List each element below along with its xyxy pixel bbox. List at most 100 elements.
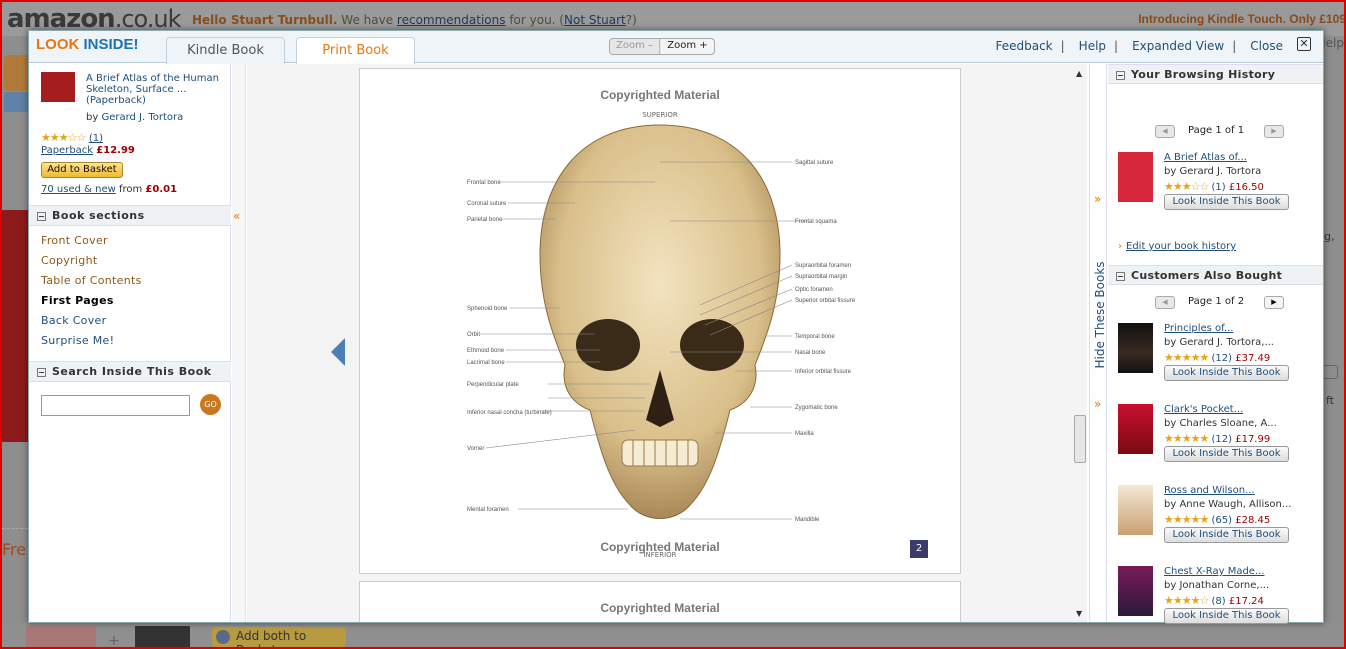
modal-header: LOOK INSIDE! Kindle Book Print Book Zoom… (29, 31, 1323, 65)
copyright-watermark: Copyrighted Material (600, 601, 720, 615)
look-inside-logo: LOOK INSIDE! (36, 36, 139, 53)
label-supraorbital-foramen: Supraorbital foramen (795, 263, 851, 269)
item-title[interactable]: Principles of... (1164, 323, 1233, 334)
history-page-text: Page 1 of 1 (1188, 125, 1245, 136)
book-thumbnail[interactable] (1118, 323, 1153, 373)
help-link[interactable]: Help (1079, 39, 1106, 53)
page-number: 2 (910, 540, 928, 558)
go-button[interactable]: GO (200, 394, 221, 415)
book-title[interactable]: A Brief Atlas of the Human Skeleton, Sur… (86, 73, 226, 106)
also-bought-pager: ◀ Page 1 of 2 ▶ (1155, 296, 1285, 310)
close-link[interactable]: Close (1250, 39, 1283, 53)
viewer-scrollbar[interactable]: ▲ ▼ (1073, 64, 1087, 622)
collapse-icon[interactable]: − (37, 368, 46, 377)
collapse-icon[interactable]: − (1116, 71, 1125, 80)
hide-books-toggle[interactable]: » Hide These Books » (1089, 64, 1107, 622)
add-both-button[interactable]: Add both to Basket (212, 627, 346, 649)
history-item-rating: ★★★☆☆ (1) £16.50 (1164, 180, 1264, 193)
section-table-of-contents[interactable]: Table of Contents (41, 274, 142, 287)
feedback-link[interactable]: Feedback (995, 39, 1052, 53)
rating-stars: ★★★☆☆ (41, 131, 86, 144)
not-user-link[interactable]: Not Stuart (564, 13, 626, 27)
bg-text: g, (1324, 230, 1335, 243)
look-inside-button[interactable]: Look Inside This Book (1164, 608, 1289, 624)
double-chevron-left-icon[interactable]: « (233, 209, 240, 223)
item-author: by Charles Sloane, A... (1164, 418, 1277, 429)
review-count-link[interactable]: (1) (89, 133, 103, 144)
hide-books-label[interactable]: Hide These Books (1093, 250, 1107, 380)
kindle-promo[interactable]: Introducing Kindle Touch. Only £109 (1138, 12, 1346, 26)
right-panel: − Your Browsing History ◀ Page 1 of 1 ▶ A… (1108, 64, 1323, 624)
history-item-title[interactable]: A Brief Atlas of... (1164, 152, 1247, 163)
section-copyright[interactable]: Copyright (41, 254, 97, 267)
add-to-basket-button[interactable]: Add to Basket (41, 162, 123, 178)
used-new-link[interactable]: 70 used & new (41, 184, 116, 195)
author-link[interactable]: Gerard J. Tortora (101, 112, 183, 123)
book-thumbnail[interactable] (1118, 566, 1153, 616)
book-cover[interactable] (41, 72, 75, 102)
left-panel: A Brief Atlas of the Human Skeleton, Sur… (29, 64, 231, 622)
book-thumbnail[interactable] (1118, 485, 1153, 535)
item-title[interactable]: Chest X-Ray Made... (1164, 566, 1265, 577)
browsing-history-header[interactable]: − Your Browsing History (1108, 64, 1323, 84)
book-thumbnail[interactable] (26, 626, 96, 648)
close-icon[interactable]: ✕ (1297, 37, 1311, 51)
tab-print-book[interactable]: Print Book (296, 37, 415, 65)
scroll-up-icon[interactable]: ▲ (1076, 69, 1082, 78)
section-first-pages[interactable]: First Pages (41, 294, 114, 307)
look-inside-button[interactable]: Look Inside This Book (1164, 527, 1289, 543)
zoom-in-button[interactable]: Zoom + (661, 39, 714, 54)
label-perpendicular-plate: Perpendicular plate (467, 382, 519, 388)
book-thumbnail[interactable] (135, 626, 190, 648)
label-temporal-bone: Temporal bone (795, 334, 835, 340)
basket-icon (216, 630, 230, 644)
expanded-view-link[interactable]: Expanded View (1132, 39, 1224, 53)
collapse-icon[interactable]: − (37, 212, 46, 221)
edit-history-link[interactable]: Edit your book history (1126, 241, 1236, 252)
collapse-left-panel[interactable]: « (232, 64, 246, 622)
tab-kindle-book[interactable]: Kindle Book (166, 37, 285, 64)
next-page-icon[interactable]: ▶ (1264, 125, 1284, 138)
double-chevron-right-icon[interactable]: » (1094, 192, 1101, 206)
book-thumbnail[interactable] (1118, 152, 1153, 202)
look-inside-button[interactable]: Look Inside This Book (1164, 194, 1289, 210)
collapse-icon[interactable]: − (1116, 272, 1125, 281)
also-bought-header[interactable]: − Customers Also Bought (1108, 265, 1323, 285)
look-inside-modal: LOOK INSIDE! Kindle Book Print Book Zoom… (28, 30, 1324, 624)
history-pager: ◀ Page 1 of 1 ▶ (1155, 125, 1285, 139)
format-link[interactable]: Paperback (41, 145, 93, 156)
prev-page-icon[interactable]: ◀ (1155, 125, 1175, 138)
look-inside-button[interactable]: Look Inside This Book (1164, 365, 1289, 381)
item-rating: ★★★★★ (12) £37.49 (1164, 351, 1271, 364)
label-superior-orbital-fissure: Superior orbital fissure (795, 298, 856, 304)
next-page-icon[interactable]: ▶ (1264, 296, 1284, 309)
label-ethmoid-bone: Ethmoid bone (467, 348, 505, 354)
scroll-down-icon[interactable]: ▼ (1076, 609, 1082, 618)
header-links: Feedback | Help | Expanded View | Close (995, 39, 1283, 53)
also-bought-item: Ross and Wilson... by Anne Waugh, Alliso… (1108, 485, 1323, 563)
zoom-control: Zoom – Zoom + (609, 38, 715, 55)
recommendations-link[interactable]: recommendations (397, 13, 506, 27)
label-frontal-squama: Frontal squama (795, 219, 837, 225)
previous-page-arrow-icon[interactable] (331, 338, 345, 366)
section-surprise-me[interactable]: Surprise Me! (41, 334, 114, 347)
label-zygomatic-bone: Zygomatic bone (795, 405, 838, 411)
bg-tab (4, 92, 28, 112)
book-sections-header[interactable]: − Book sections (29, 205, 231, 226)
superior-label: SUPERIOR (642, 111, 678, 119)
item-title[interactable]: Ross and Wilson... (1164, 485, 1255, 496)
scroll-thumb[interactable] (1074, 415, 1086, 463)
zoom-out-button[interactable]: Zoom – (610, 39, 660, 54)
prev-page-icon[interactable]: ◀ (1155, 296, 1175, 309)
item-rating: ★★★★★ (65) £28.45 (1164, 513, 1271, 526)
double-chevron-right-icon[interactable]: » (1094, 397, 1101, 411)
look-inside-button[interactable]: Look Inside This Book (1164, 446, 1289, 462)
item-title[interactable]: Clark's Pocket... (1164, 404, 1243, 415)
search-inside-input[interactable] (41, 395, 190, 416)
book-thumbnail[interactable] (1118, 404, 1153, 454)
bg-text: ft (1326, 394, 1334, 407)
bg-heading: Fre (2, 540, 27, 559)
section-back-cover[interactable]: Back Cover (41, 314, 106, 327)
search-inside-header[interactable]: − Search Inside This Book (29, 361, 231, 382)
section-front-cover[interactable]: Front Cover (41, 234, 108, 247)
